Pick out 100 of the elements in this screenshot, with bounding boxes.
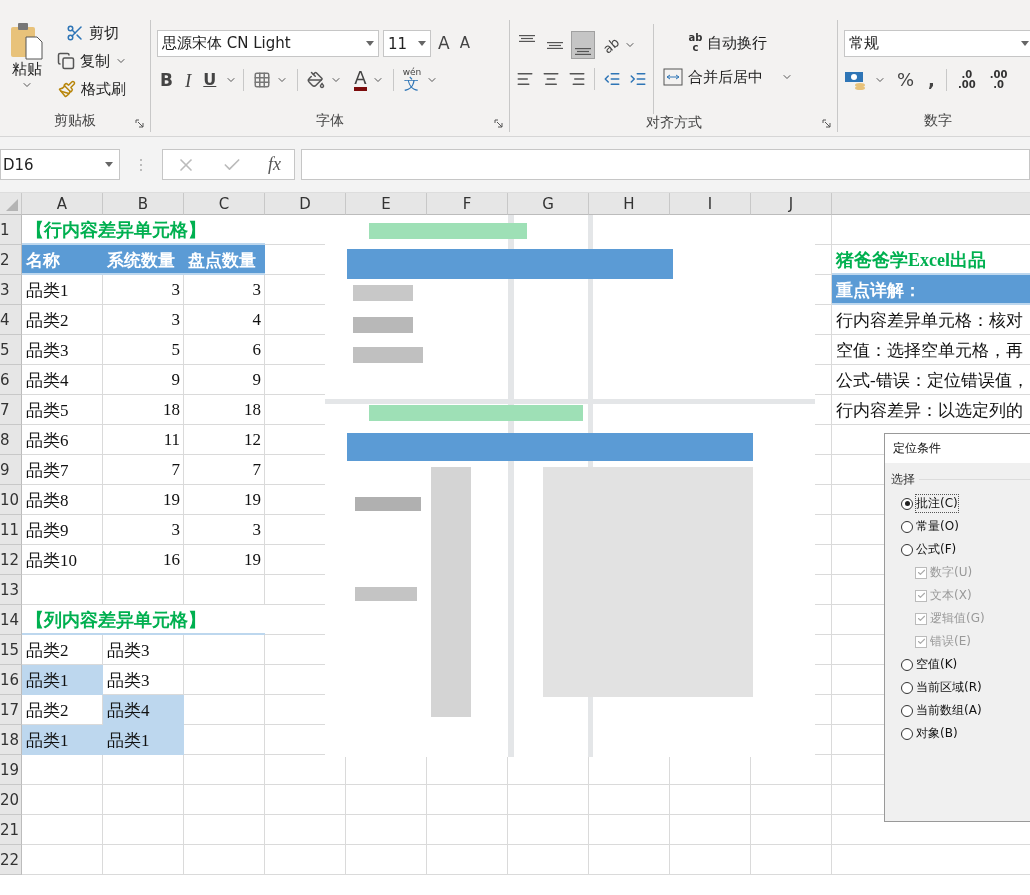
merge-center-button[interactable]: 合并后居中 bbox=[660, 64, 796, 90]
row-number[interactable]: 21 bbox=[0, 815, 22, 845]
row-number[interactable]: 4 bbox=[0, 305, 22, 335]
dropdown-arrow-icon bbox=[1021, 41, 1029, 46]
row-number[interactable]: 17 bbox=[0, 695, 22, 725]
column-letter[interactable]: A bbox=[22, 193, 103, 215]
number-format-select[interactable]: 常规 bbox=[844, 30, 1030, 57]
table-cell-text: 3 bbox=[170, 519, 181, 541]
row-number[interactable]: 10 bbox=[0, 485, 22, 515]
row-number[interactable]: 16 bbox=[0, 665, 22, 695]
row-number[interactable]: 5 bbox=[0, 335, 22, 365]
row-number[interactable]: 2 bbox=[0, 245, 22, 275]
row-number[interactable]: 15 bbox=[0, 635, 22, 665]
row-number[interactable]: 7 bbox=[0, 395, 22, 425]
table-cell: 品类4 bbox=[103, 695, 184, 725]
comma-button[interactable]: , bbox=[925, 67, 938, 93]
copy-button[interactable]: 复制 bbox=[54, 48, 130, 74]
align-center-icon[interactable] bbox=[542, 70, 560, 88]
font-name-select[interactable]: 思源宋体 CN Light bbox=[157, 30, 379, 57]
table-cell-text: 公式-错误：定位错误值， bbox=[835, 369, 1030, 392]
align-right-icon[interactable] bbox=[568, 70, 586, 88]
insert-function-button[interactable]: fx bbox=[268, 154, 281, 175]
align-left-icon[interactable] bbox=[516, 70, 534, 88]
grow-font-button[interactable]: A bbox=[435, 30, 453, 57]
table-cell-text: 品类5 bbox=[25, 399, 70, 422]
currency-icon[interactable] bbox=[844, 70, 866, 90]
row-number[interactable]: 6 bbox=[0, 365, 22, 395]
option-label[interactable]: 空值(K) bbox=[916, 656, 958, 673]
column-letter[interactable]: D bbox=[265, 193, 346, 215]
column-letter[interactable]: E bbox=[346, 193, 427, 215]
table-cell-text: 品类9 bbox=[25, 519, 70, 542]
underline-button[interactable]: U bbox=[200, 67, 220, 93]
table-cell-text: 品类2 bbox=[25, 639, 70, 662]
brush-icon bbox=[58, 80, 76, 98]
phonetic-button[interactable]: wén 文 bbox=[399, 67, 442, 93]
row-number[interactable]: 9 bbox=[0, 455, 22, 485]
dialog-launcher-icon[interactable] bbox=[494, 119, 503, 128]
table-cell-text: 行内容差异单元格：核对 bbox=[835, 309, 1024, 332]
dropdown-arrow-icon bbox=[418, 41, 426, 46]
table-cell-text: 品类2 bbox=[25, 699, 70, 722]
bold-button[interactable]: B bbox=[157, 67, 176, 93]
row-number[interactable]: 18 bbox=[0, 725, 22, 755]
row-number[interactable]: 11 bbox=[0, 515, 22, 545]
format-painter-button[interactable]: 格式刷 bbox=[54, 76, 130, 102]
option-label[interactable]: 常量(O) bbox=[916, 518, 959, 535]
formula-input[interactable] bbox=[301, 149, 1030, 180]
radio-button[interactable] bbox=[901, 658, 913, 671]
table-cell-text: 3 bbox=[170, 309, 181, 331]
row-number[interactable]: 19 bbox=[0, 755, 22, 785]
dialog-launcher-icon[interactable] bbox=[135, 119, 144, 128]
column-letter[interactable]: F bbox=[427, 193, 508, 215]
increase-decimal-button[interactable]: .0 .00 bbox=[954, 67, 979, 93]
radio-button[interactable] bbox=[901, 704, 913, 717]
radio-button[interactable] bbox=[901, 497, 913, 510]
radio-button[interactable] bbox=[901, 520, 913, 533]
radio-button[interactable] bbox=[901, 727, 913, 740]
column-letter[interactable]: G bbox=[508, 193, 589, 215]
row-number[interactable]: 8 bbox=[0, 425, 22, 455]
dialog-launcher-icon[interactable] bbox=[822, 119, 831, 128]
section-label: 选择 bbox=[891, 471, 915, 488]
name-box[interactable]: D16 bbox=[0, 149, 120, 180]
option-label[interactable]: 对象(B) bbox=[916, 725, 958, 742]
option-label[interactable]: 当前区域(R) bbox=[916, 679, 982, 696]
decrease-decimal-button[interactable]: .00 .0 bbox=[986, 67, 1011, 93]
row-number[interactable]: 22 bbox=[0, 845, 22, 875]
column-letter[interactable]: H bbox=[589, 193, 670, 215]
borders-icon bbox=[253, 71, 272, 89]
table-cell-text: 16 bbox=[162, 549, 181, 571]
header-cell: 系统数量 bbox=[103, 245, 184, 275]
row-number[interactable]: 14 bbox=[0, 605, 22, 635]
cut-button[interactable]: 剪切 bbox=[54, 20, 130, 46]
percent-button[interactable]: % bbox=[894, 67, 918, 93]
column-letter[interactable]: J bbox=[751, 193, 832, 215]
option-label[interactable]: 批注(C) bbox=[916, 495, 958, 512]
italic-button[interactable]: I bbox=[181, 67, 195, 93]
paste-button[interactable]: 粘贴 bbox=[6, 20, 48, 110]
paint-bucket-icon bbox=[307, 71, 326, 89]
increase-indent-icon[interactable] bbox=[629, 70, 647, 88]
column-letter[interactable]: I bbox=[670, 193, 751, 215]
row-number[interactable]: 1 bbox=[0, 215, 22, 245]
column-letter[interactable]: C bbox=[184, 193, 265, 215]
shrink-font-button[interactable]: A bbox=[456, 30, 473, 57]
option-label[interactable]: 当前数组(A) bbox=[916, 702, 982, 719]
column-letter[interactable]: B bbox=[103, 193, 184, 215]
font-color-button[interactable]: A bbox=[351, 67, 387, 93]
decrease-indent-icon[interactable] bbox=[603, 70, 621, 88]
table-cell-text: 品类4 bbox=[25, 369, 70, 392]
row-number[interactable]: 12 bbox=[0, 545, 22, 575]
row-number[interactable]: 13 bbox=[0, 575, 22, 605]
table-cell-text: 19 bbox=[162, 489, 181, 511]
radio-button[interactable] bbox=[901, 543, 913, 556]
vertical-align-button[interactable] bbox=[572, 32, 594, 58]
radio-button[interactable] bbox=[901, 681, 913, 694]
row-number[interactable]: 20 bbox=[0, 785, 22, 815]
option-label[interactable]: 公式(F) bbox=[916, 541, 957, 558]
orientation-button[interactable]: ab bbox=[600, 32, 640, 58]
align-bottom-icon bbox=[575, 48, 591, 55]
font-size-select[interactable]: 11 bbox=[383, 30, 431, 57]
header-cell: 名称 bbox=[22, 245, 103, 275]
row-number[interactable]: 3 bbox=[0, 275, 22, 305]
